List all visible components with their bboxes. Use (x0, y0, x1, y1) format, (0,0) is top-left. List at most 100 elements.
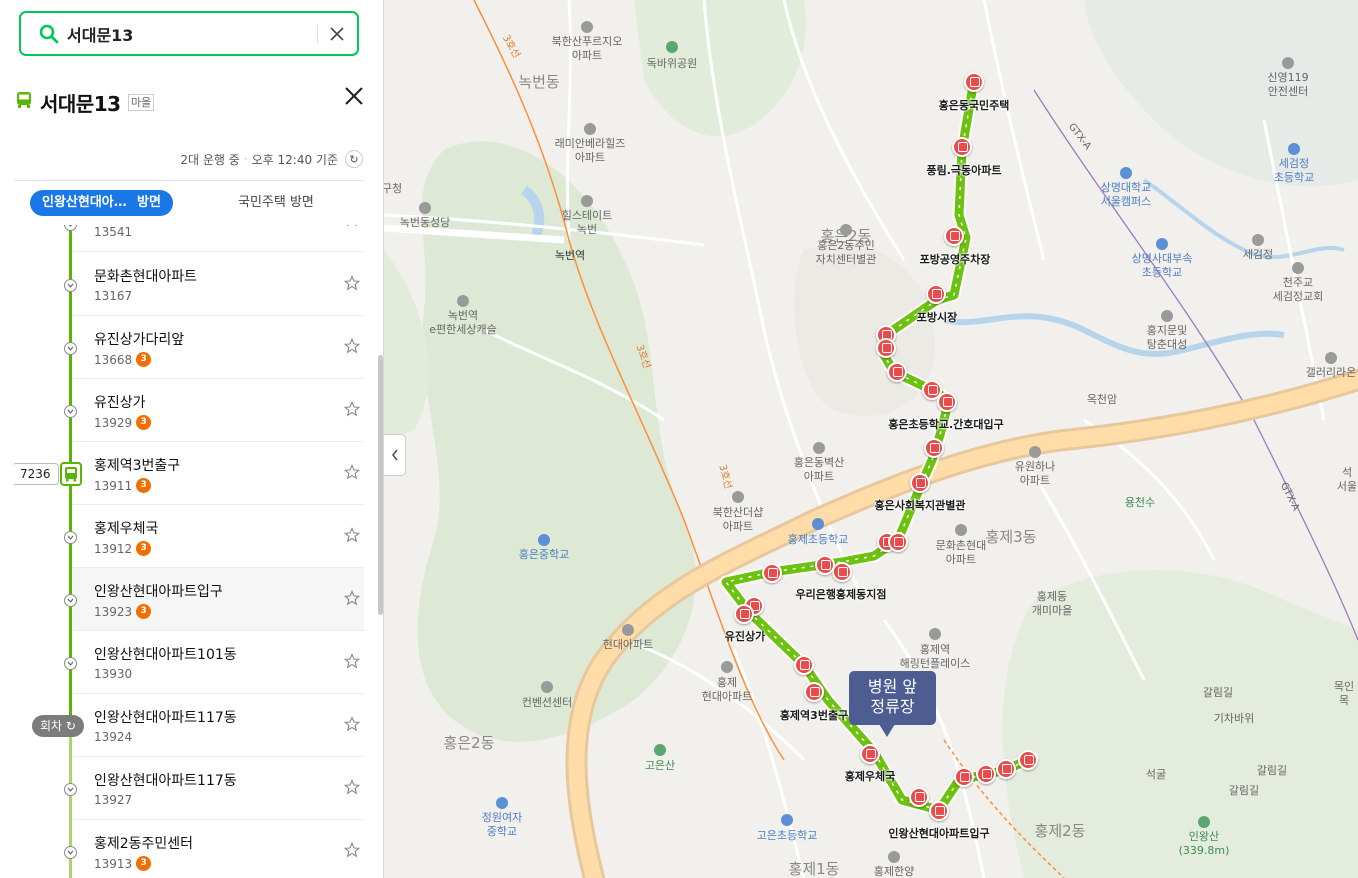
building-icon[interactable] (581, 21, 593, 33)
map-bus-stop[interactable] (734, 604, 754, 624)
close-icon[interactable] (342, 84, 366, 108)
clear-icon[interactable] (326, 23, 348, 45)
stop-id: 13927 (94, 793, 132, 807)
map-bus-stop[interactable] (937, 392, 957, 412)
map-bus-stop[interactable] (1018, 750, 1038, 770)
map-bus-stop[interactable] (887, 362, 907, 382)
map-bus-stop[interactable] (929, 801, 949, 821)
map-bus-stop[interactable] (909, 787, 929, 807)
stop-node[interactable] (64, 783, 77, 796)
star-icon[interactable] (344, 716, 360, 732)
search-box[interactable] (19, 11, 359, 56)
star-icon[interactable] (344, 590, 360, 606)
star-icon[interactable] (344, 275, 360, 291)
stop-row[interactable]: 인왕산현대아파트117동 13924 (72, 694, 364, 757)
school-icon[interactable] (1120, 167, 1132, 179)
star-icon[interactable] (344, 527, 360, 543)
building-icon[interactable] (813, 442, 825, 454)
mountain-icon[interactable] (654, 744, 666, 756)
stop-node[interactable] (64, 279, 77, 292)
map-bus-stop[interactable] (926, 284, 946, 304)
star-icon[interactable] (344, 401, 360, 417)
building-icon[interactable] (1029, 446, 1041, 458)
building-icon[interactable] (840, 224, 852, 236)
map-bus-stop[interactable] (924, 438, 944, 458)
map-bus-stop[interactable] (762, 563, 782, 583)
star-icon[interactable] (344, 338, 360, 354)
fire-station-icon[interactable] (1282, 57, 1294, 69)
stop-row[interactable]: 13541 (72, 225, 364, 252)
stop-row[interactable]: 홍제2동주민센터 13913 3 (72, 820, 364, 878)
map-bus-stop[interactable] (804, 682, 824, 702)
star-icon[interactable] (344, 779, 360, 795)
stop-list[interactable]: 13541 문화촌현대아파트 13167 유진상가다리앞 13668 3 유진상가… (14, 225, 366, 878)
tab-direction-gukmin[interactable]: 국민주택 방면 (238, 190, 314, 216)
stop-node[interactable] (64, 405, 77, 418)
stop-row[interactable]: 문화촌현대아파트 13167 (72, 253, 364, 316)
park-icon[interactable] (666, 41, 678, 53)
map-view[interactable]: 녹번동 홍은2동 홍제3동 홍제2동 홍은2동 홍제1동 북한산푸르지오 아파트… (384, 0, 1358, 878)
map-bus-stop[interactable] (910, 473, 930, 493)
school-icon[interactable] (496, 797, 508, 809)
map-bus-stop[interactable] (996, 759, 1016, 779)
building-icon[interactable] (541, 681, 553, 693)
stop-node[interactable] (64, 594, 77, 607)
map-bus-stop[interactable] (876, 338, 896, 358)
stop-row[interactable]: 인왕산현대아파트117동 13927 (72, 757, 364, 820)
stop-row[interactable]: 홍제우체국 13912 3 (72, 505, 364, 568)
stop-row[interactable]: 인왕산현대아파트101동 13930 (72, 631, 364, 694)
map-bus-stop[interactable] (952, 137, 972, 157)
search-input[interactable] (67, 21, 307, 47)
school-icon[interactable] (781, 814, 793, 826)
stop-node[interactable] (64, 657, 77, 670)
church-icon[interactable] (1292, 262, 1304, 274)
school-icon[interactable] (1156, 238, 1168, 250)
map-bus-stop[interactable] (976, 764, 996, 784)
map-bus-stop[interactable] (815, 555, 835, 575)
building-icon[interactable] (581, 195, 593, 207)
collapse-panel-button[interactable] (384, 434, 406, 476)
star-icon[interactable] (344, 653, 360, 669)
stop-row[interactable]: 인왕산현대아파트입구 13923 3 (72, 568, 364, 631)
gallery-icon[interactable] (1325, 352, 1337, 364)
map-bus-stop[interactable] (944, 226, 964, 246)
mountain-icon[interactable] (1198, 816, 1210, 828)
stop-row[interactable]: 유진상가 13929 3 (72, 379, 364, 442)
map-bus-stop[interactable] (888, 532, 908, 552)
stop-node[interactable] (64, 531, 77, 544)
map-stop-label: 홍제우체국 (844, 770, 896, 783)
school-icon[interactable] (1288, 143, 1300, 155)
building-icon[interactable] (721, 661, 733, 673)
map-bus-stop[interactable] (794, 655, 814, 675)
stop-row[interactable]: 홍제역3번출구 13911 3 (72, 442, 364, 505)
church-icon[interactable] (419, 202, 431, 214)
star-icon[interactable] (344, 842, 360, 858)
star-icon[interactable] (344, 464, 360, 480)
scrollbar[interactable] (378, 355, 383, 615)
bus-plate-label[interactable]: 7236 (14, 463, 59, 485)
building-icon[interactable] (584, 123, 596, 135)
landmark-icon[interactable] (1161, 310, 1173, 322)
live-bus-marker[interactable] (60, 462, 82, 486)
map-bus-stop[interactable] (954, 767, 974, 787)
hospital-stop-callout[interactable]: 병원 앞 정류장 (849, 671, 936, 737)
tab-direction-inwangsan[interactable]: 인왕산현대아... 방면 (30, 190, 173, 216)
map-bus-stop[interactable] (832, 562, 852, 582)
stop-id: 13167 (94, 289, 132, 303)
building-icon[interactable] (457, 295, 469, 307)
building-icon[interactable] (955, 524, 967, 536)
building-icon[interactable] (1252, 234, 1264, 246)
refresh-icon[interactable]: ↻ (345, 150, 363, 168)
building-icon[interactable] (929, 628, 941, 640)
school-icon[interactable] (812, 518, 824, 530)
map-bus-stop[interactable] (964, 72, 984, 92)
building-icon[interactable] (888, 851, 900, 863)
map-bus-stop[interactable] (860, 744, 880, 764)
building-icon[interactable] (622, 624, 634, 636)
stop-node[interactable] (64, 846, 77, 859)
school-icon[interactable] (538, 534, 550, 546)
stop-node[interactable] (64, 342, 77, 355)
stop-row[interactable]: 유진상가다리앞 13668 3 (72, 316, 364, 379)
building-icon[interactable] (732, 491, 744, 503)
star-icon[interactable] (344, 225, 360, 227)
